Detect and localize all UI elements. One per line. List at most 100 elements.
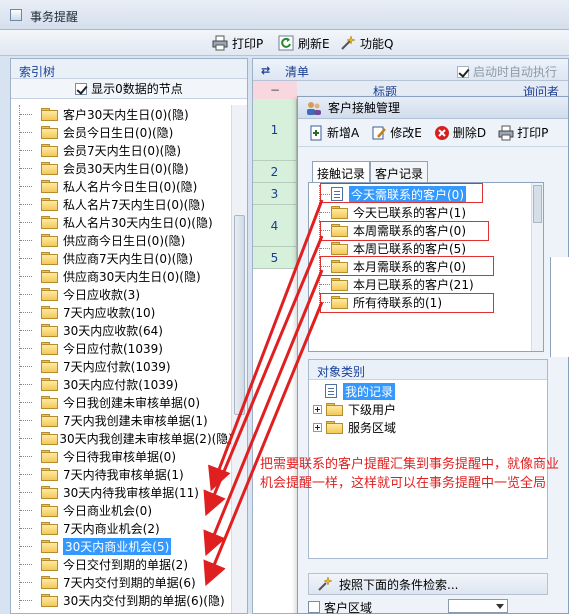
index-tree-item-label: 今日我创建未审核单据(0) [63, 395, 200, 410]
folder-icon [41, 342, 58, 355]
customer-area-select[interactable] [448, 599, 508, 613]
auto-run-checkbox[interactable] [457, 65, 469, 78]
index-tree-item[interactable]: 7天内我创建未审核单据(1) [19, 411, 233, 429]
object-item-my-records[interactable]: 我的记录 [313, 382, 547, 400]
dialog-print-button[interactable]: 打印P [498, 124, 548, 141]
index-tree-item[interactable]: 7天内商业机会(2) [19, 519, 233, 537]
folder-icon [41, 468, 58, 481]
tree-connector [19, 573, 39, 591]
add-button[interactable]: 新增A [308, 124, 359, 141]
folder-icon [41, 396, 58, 409]
index-tree-item-label: 私人名片今日生日(0)(隐) [63, 179, 198, 194]
contact-tree-item[interactable]: 今天已联系的客户(1) [319, 203, 474, 221]
folder-icon [41, 450, 58, 463]
function-button[interactable]: 功能Q [340, 34, 393, 52]
contact-tree-scrollbar[interactable] [531, 183, 543, 351]
index-tree-item[interactable]: 今日待我审核单据(0) [19, 447, 233, 465]
index-tree-item[interactable]: 今日交付到期的单据(2) [19, 555, 233, 573]
index-tree-scrollbar[interactable] [231, 105, 247, 613]
row-header[interactable]: 2 [253, 161, 297, 183]
add-label: 新增A [327, 126, 360, 140]
show-zero-toggle[interactable]: 显示0数据的节点 [11, 79, 247, 99]
index-tree-item[interactable]: 今日应付款(1039) [19, 339, 233, 357]
search-tool-icon [317, 576, 333, 592]
index-tree-item[interactable]: 30天内应收款(64) [19, 321, 233, 339]
show-zero-checkbox[interactable] [75, 82, 88, 95]
folder-icon [41, 234, 58, 247]
customer-area-checkbox[interactable] [308, 601, 320, 613]
index-tree-item[interactable]: 今日应收款(3) [19, 285, 233, 303]
tab-contact-records[interactable]: 接触记录 [312, 161, 371, 184]
index-tree-item[interactable]: 30天内商业机会(5) [19, 537, 233, 555]
contact-tree-item-label: 本周已联系的客户(5) [353, 241, 466, 256]
folder-icon [331, 206, 348, 219]
row-header[interactable]: 3 [253, 183, 297, 205]
index-tree-item[interactable]: 7天内应收款(10) [19, 303, 233, 321]
folder-icon [41, 576, 58, 589]
folder-icon [41, 180, 58, 193]
row-header[interactable]: 1 [253, 99, 297, 161]
index-tree-item[interactable]: 会员30天内生日(0)(隐) [19, 159, 233, 177]
index-tree-item[interactable]: 供应商7天内生日(0)(隐) [19, 249, 233, 267]
edit-icon [371, 125, 387, 141]
index-tree-item[interactable]: 7天内待我审核单据(1) [19, 465, 233, 483]
index-tree-item[interactable]: 供应商今日生日(0)(隐) [19, 231, 233, 249]
folder-icon [326, 421, 343, 434]
object-item-label: 下级用户 [348, 402, 397, 417]
object-item-service-area[interactable]: 服务区域 [313, 418, 547, 436]
expand-icon[interactable] [313, 422, 322, 432]
delete-button[interactable]: 删除D [434, 124, 486, 141]
folder-icon [41, 252, 58, 265]
tree-connector [19, 249, 39, 267]
function-label: 功能Q [360, 36, 394, 51]
row-header[interactable]: 4 [253, 205, 297, 247]
tree-connector [19, 303, 39, 321]
tree-connector [19, 393, 39, 411]
expand-icon[interactable] [313, 404, 322, 414]
index-tree-item-label: 7天内我创建未审核单据(1) [63, 413, 208, 428]
index-tree-item[interactable]: 会员今日生日(0)(隐) [19, 123, 233, 141]
index-tree-item[interactable]: 30天内应付款(1039) [19, 375, 233, 393]
dialog-titlebar: 客户接触管理 [298, 97, 568, 119]
auto-run-toggle[interactable]: 启动时自动执行 [457, 63, 557, 80]
index-tree-item[interactable]: 今日商业机会(0) [19, 501, 233, 519]
dialog-print-label: 打印P [517, 126, 549, 140]
tree-connector [19, 123, 39, 141]
index-tree-item[interactable]: 30天内交付到期的单据(6)(隐) [19, 591, 233, 609]
refresh-icon [278, 35, 294, 51]
index-tree-item[interactable]: 今日我创建未审核单据(0) [19, 393, 233, 411]
contact-tree-item[interactable]: 本周已联系的客户(5) [319, 239, 474, 257]
side-panel [550, 257, 569, 357]
folder-icon [331, 278, 348, 291]
edit-button[interactable]: 修改E [371, 124, 422, 141]
highlight-box [320, 183, 483, 203]
index-tree-item[interactable]: 私人名片30天内生日(0)(隐) [19, 213, 233, 231]
index-tree-item-label: 30天内商业机会(5) [63, 537, 172, 555]
edit-label: 修改E [390, 126, 422, 140]
search-bar[interactable]: 按照下面的条件检索... [308, 573, 548, 595]
grid-corner[interactable]: − [253, 81, 297, 99]
object-item-subordinates[interactable]: 下级用户 [313, 400, 547, 418]
row-header[interactable]: 5 [253, 247, 297, 269]
scrollbar-thumb[interactable] [533, 185, 542, 223]
index-tree-item[interactable]: 7天内应付款(1039) [19, 357, 233, 375]
tree-connector [19, 231, 39, 249]
print-button[interactable]: 打印P [212, 34, 263, 52]
index-tree-item-label: 7天内交付到期的单据(6) [63, 575, 196, 590]
scrollbar-thumb[interactable] [234, 215, 245, 415]
index-tree-item-label: 供应商今日生日(0)(隐) [63, 233, 186, 248]
tree-connector [19, 483, 39, 501]
index-tree-item[interactable]: 私人名片今日生日(0)(隐) [19, 177, 233, 195]
refresh-button[interactable]: 刷新E [278, 34, 330, 52]
object-item-label: 服务区域 [348, 420, 397, 435]
index-tree-item[interactable]: 客户30天内生日(0)(隐) [19, 105, 233, 123]
index-tree-item[interactable]: 会员7天内生日(0)(隐) [19, 141, 233, 159]
index-tree-item[interactable]: 供应商30天内生日(0)(隐) [19, 267, 233, 285]
index-tree-item[interactable]: 7天内交付到期的单据(6) [19, 573, 233, 591]
tab-customer-records[interactable]: 客户记录 [370, 161, 429, 183]
index-tree-item[interactable]: 30天内待我审核单据(11) [19, 483, 233, 501]
index-tree-item[interactable]: 私人名片7天内生日(0)(隐) [19, 195, 233, 213]
index-tree-item[interactable]: 30天内我创建未审核单据(2)(隐) [19, 429, 233, 447]
folder-icon [41, 414, 58, 427]
contact-tree-item[interactable]: 本月已联系的客户(21) [319, 275, 474, 293]
